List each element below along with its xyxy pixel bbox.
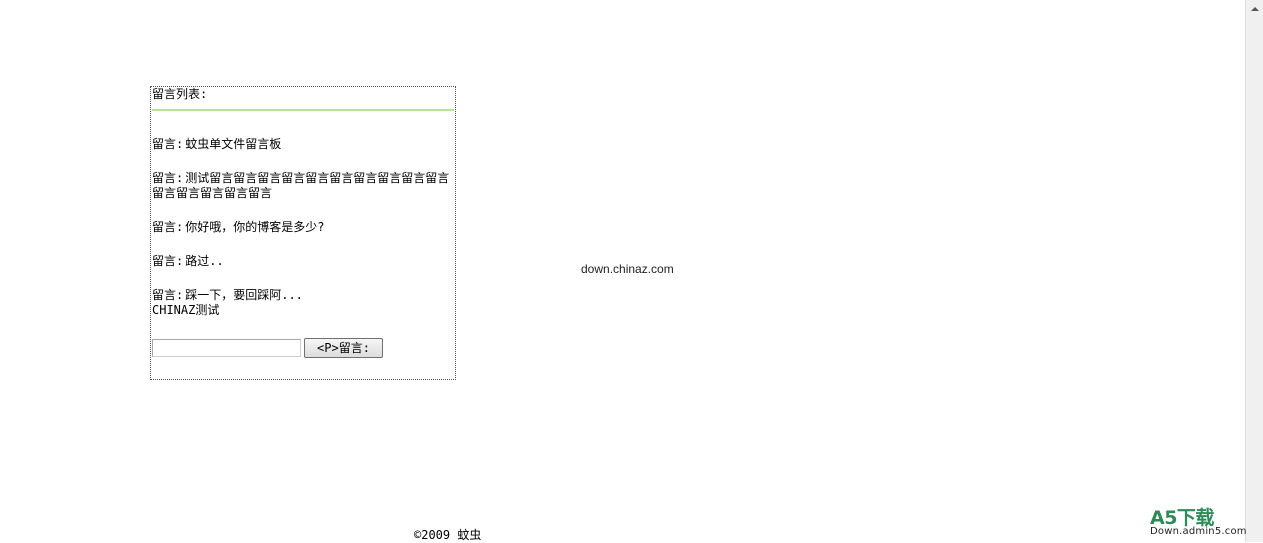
message-text: 蚊虫单文件留言板 xyxy=(185,137,282,151)
message-item: 留言: 蚊虫单文件留言板 xyxy=(152,137,454,152)
message-text: 踩一下，要回踩阿... xyxy=(185,288,303,302)
message-text: 测试留言留言留言留言留言留言留言留言留言留言留言留言留言留言留言 xyxy=(152,171,450,200)
guestbook-panel: 留言列表: 留言: 蚊虫单文件留言板 留言: 测试留言留言留言留言留言留言留言留言留… xyxy=(150,86,456,380)
message-prefix: 留言: xyxy=(152,220,184,234)
vertical-scrollbar[interactable] xyxy=(1245,0,1263,542)
message-item: 留言: 踩一下，要回踩阿... xyxy=(152,288,454,303)
message-text: 路过.. xyxy=(185,254,224,268)
copyright-footer: ©2009 蚊虫 xyxy=(414,528,482,542)
message-text: 你好哦，你的博客是多少? xyxy=(185,220,325,234)
watermark-brand: A5下载 xyxy=(1150,507,1214,529)
message-input[interactable] xyxy=(152,339,301,357)
site-url-text: down.chinaz.com xyxy=(581,262,674,276)
watermark-logo: A5下载 Down.admin5.com xyxy=(1150,508,1247,537)
message-prefix: 留言: xyxy=(152,137,184,151)
message-list-title: 留言列表: xyxy=(152,87,208,101)
submit-message-button[interactable]: <P>留言: xyxy=(304,338,383,358)
message-item: 留言: 测试留言留言留言留言留言留言留言留言留言留言留言留言留言留言留言 xyxy=(152,171,454,201)
watermark-domain: Down.admin5.com xyxy=(1150,526,1247,537)
test-note: CHINAZ测试 xyxy=(152,303,220,317)
message-prefix: 留言: xyxy=(152,254,184,268)
title-divider xyxy=(152,109,454,111)
message-item: 留言: 路过.. xyxy=(152,254,454,269)
message-item: 留言: 你好哦，你的博客是多少? xyxy=(152,220,454,235)
message-prefix: 留言: xyxy=(152,171,184,185)
scroll-up-arrow-icon[interactable] xyxy=(1246,0,1263,17)
message-prefix: 留言: xyxy=(152,288,184,302)
